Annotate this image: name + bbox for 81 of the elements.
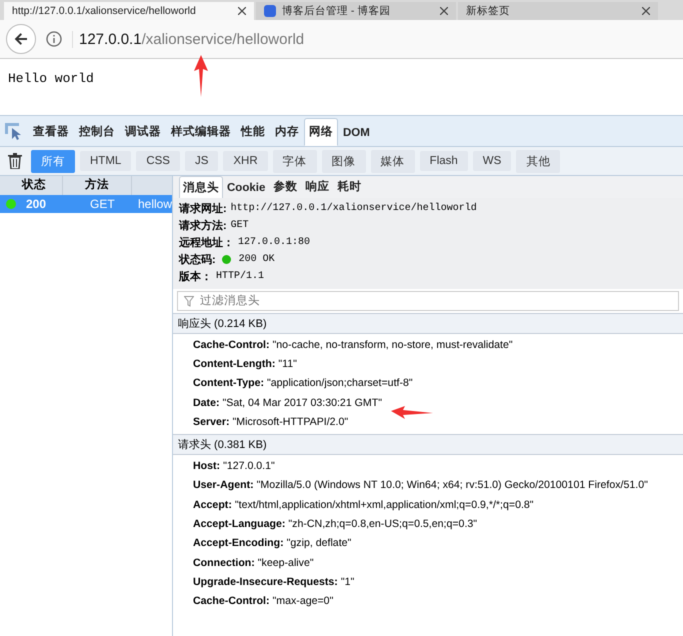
header-name: Accept: bbox=[193, 498, 232, 511]
header-value: "127.0.0.1" bbox=[223, 460, 275, 472]
detail-tab[interactable]: 参数 bbox=[269, 176, 302, 198]
filter-button[interactable]: 媒体 bbox=[370, 150, 415, 172]
header-name: Upgrade-Insecure-Requests: bbox=[193, 576, 338, 588]
filter-button[interactable]: 图像 bbox=[322, 150, 366, 172]
header-value: "keep-alive" bbox=[258, 556, 314, 569]
element-picker-icon[interactable] bbox=[4, 122, 22, 140]
info-icon[interactable] bbox=[46, 31, 62, 47]
filter-button[interactable]: HTML bbox=[80, 151, 132, 171]
filter-button[interactable]: XHR bbox=[223, 151, 268, 171]
annotation-arrow bbox=[391, 406, 433, 420]
filter-button[interactable]: CSS bbox=[136, 151, 180, 171]
header-name: Accept-Language: bbox=[193, 518, 286, 530]
detail-tab[interactable]: 耗时 bbox=[333, 176, 366, 198]
header-name: User-Agent: bbox=[193, 479, 254, 492]
browser-tab[interactable]: 博客后台管理 - 博客园 bbox=[256, 2, 456, 20]
header-value: "Mozilla/5.0 (Windows NT 10.0; Win64; x64; rv:51.0) Gecko/20100101 Firefox/51.0" bbox=[256, 479, 648, 492]
header-value: "no-cache, no-transform, no-store, must-revalidate" bbox=[272, 338, 513, 351]
close-icon[interactable] bbox=[642, 7, 650, 15]
summary-label: 远程地址： bbox=[179, 236, 234, 250]
browser-tab[interactable]: 新标签页 bbox=[458, 2, 658, 20]
section-header[interactable]: 请求头 (0.381 KB) bbox=[173, 434, 683, 456]
filter-button[interactable]: JS bbox=[184, 151, 218, 171]
header-value: "Sat, 04 Mar 2017 03:30:21 GMT" bbox=[222, 396, 382, 409]
page-text: Hello world bbox=[8, 71, 94, 86]
detail-tab[interactable]: 响应 bbox=[301, 176, 334, 198]
summary-value: GET bbox=[230, 220, 249, 231]
request-method: GET bbox=[90, 197, 116, 211]
header-value: "1" bbox=[340, 576, 354, 588]
header-name: Cache-Control: bbox=[193, 595, 270, 608]
detail-tab[interactable]: Cookie bbox=[223, 178, 270, 198]
devtools-tab[interactable]: 查看器 bbox=[28, 118, 74, 146]
header-name: Content-Length: bbox=[193, 358, 276, 370]
header-name: Date: bbox=[193, 396, 220, 409]
filter-field[interactable]: 过滤消息头 bbox=[177, 291, 679, 311]
header-name: Content-Type: bbox=[193, 377, 264, 390]
summary-label: 版本： bbox=[179, 270, 212, 284]
summary-label: 请求网址: bbox=[179, 202, 227, 216]
detail-tab[interactable]: 消息头 bbox=[179, 176, 223, 198]
header-name: Accept-Encoding: bbox=[193, 537, 284, 550]
filter-button[interactable]: Flash bbox=[420, 151, 468, 171]
site-icon bbox=[264, 5, 276, 17]
devtools-tab[interactable]: 控制台 bbox=[74, 118, 120, 146]
header-value: "max-age=0" bbox=[272, 595, 334, 608]
file-name: hellow bbox=[138, 197, 172, 211]
summary-value: HTTP/1.1 bbox=[216, 271, 264, 282]
devtools-tab[interactable]: 样式编辑器 bbox=[166, 118, 236, 146]
devtools-tab[interactable]: 性能 bbox=[236, 118, 270, 146]
browser-tab[interactable]: http://127.0.0.1/xalionservice/helloworld bbox=[4, 2, 254, 20]
summary-value: 200 OK bbox=[238, 254, 275, 265]
devtools-tab[interactable]: DOM bbox=[338, 121, 375, 146]
summary-label: 状态码: bbox=[179, 252, 216, 267]
header-name: Host: bbox=[193, 460, 220, 472]
devtools-tab[interactable]: 调试器 bbox=[120, 118, 166, 146]
devtools-tab[interactable]: 内存 bbox=[270, 118, 304, 146]
header-value: "application/json;charset=utf-8" bbox=[267, 377, 413, 390]
header-value: "11" bbox=[278, 358, 297, 370]
header-name: Cache-Control: bbox=[193, 338, 270, 351]
close-icon[interactable] bbox=[440, 7, 448, 15]
section-header[interactable]: 响应头 (0.214 KB) bbox=[173, 313, 683, 334]
summary-label: 请求方法: bbox=[179, 218, 227, 233]
devtools-tab[interactable]: 网络 bbox=[304, 118, 338, 146]
close-icon[interactable] bbox=[238, 7, 246, 15]
header-value: "Microsoft-HTTPAPI/2.0" bbox=[232, 416, 348, 428]
filter-button[interactable]: 其他 bbox=[516, 150, 560, 172]
status-code: 200 bbox=[26, 197, 48, 211]
back-icon bbox=[13, 31, 29, 47]
header-value: "text/html,application/xhtml+xml,application/xml;q=0.9,*/*;q=0.8" bbox=[234, 498, 534, 511]
trash-icon[interactable] bbox=[8, 153, 22, 169]
back-button[interactable] bbox=[6, 24, 36, 54]
summary-value: http://127.0.0.1/xalionservice/helloworld bbox=[230, 203, 477, 214]
header-value: "zh-CN,zh;q=0.8,en-US;q=0.5,en;q=0.3" bbox=[288, 518, 478, 530]
summary-value: 127.0.0.1:80 bbox=[238, 237, 310, 248]
funnel-icon bbox=[184, 296, 194, 307]
url-field[interactable]: 127.0.0.1/xalionservice/helloworld bbox=[72, 30, 304, 48]
header-name: Connection: bbox=[193, 556, 255, 569]
header-value: "gzip, deflate" bbox=[286, 537, 352, 550]
filter-button[interactable]: 字体 bbox=[272, 150, 317, 172]
filter-button[interactable]: WS bbox=[472, 151, 512, 171]
header-name: Server: bbox=[193, 416, 230, 428]
